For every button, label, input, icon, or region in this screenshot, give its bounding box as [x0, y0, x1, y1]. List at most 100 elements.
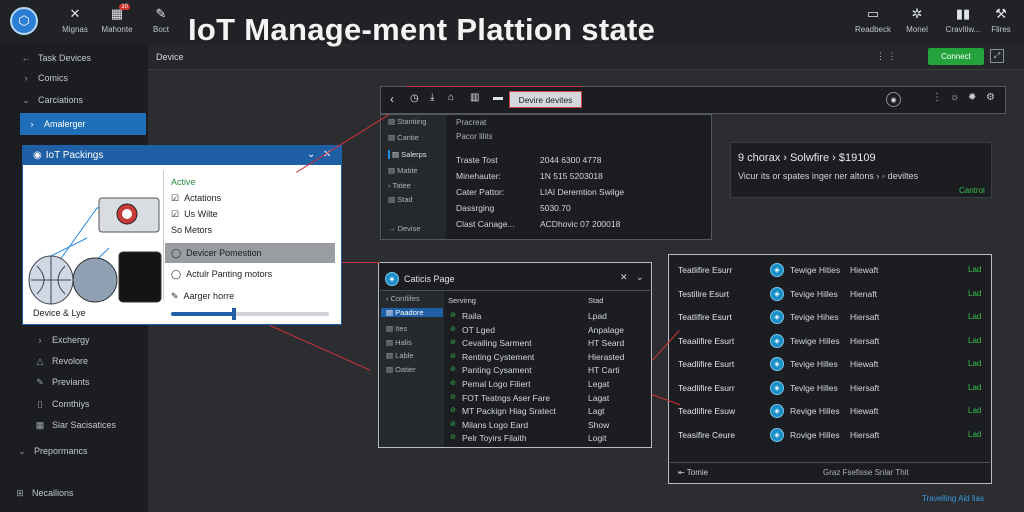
edit-icon: ✎ — [155, 6, 167, 21]
table-row[interactable]: ⊘ Pemal Logo Filiert Legat — [446, 378, 646, 391]
pencil-icon: ✎ — [36, 376, 44, 387]
chevron-right-icon: › — [24, 73, 28, 83]
list-nav-item[interactable]: ▤ Lable — [386, 351, 414, 360]
table-row[interactable]: Teadlifire Esurr ◈ Tevlge Hilles Hiersaft La… — [672, 380, 988, 398]
back-arrow-icon[interactable]: ‹ — [390, 92, 394, 106]
row-type: Tevlge Hilles — [790, 382, 838, 393]
sidebar-item-comthiys[interactable]: ▯ Comthiys — [0, 394, 148, 414]
sidebar-item-task-devices[interactable]: ← Task Devices — [0, 48, 148, 68]
table-row[interactable]: ⊘ Cevailing Sarment HT Seard — [446, 337, 646, 350]
list-nav-item[interactable]: ▤ Halis — [386, 338, 412, 347]
table-row[interactable]: Teaalifire Esurt ◈ Tewige Hilles Hiersaft La… — [672, 333, 988, 351]
home-icon[interactable]: ⌂ — [448, 92, 454, 103]
device-illustration — [28, 197, 162, 305]
table-row[interactable]: ⊘ FOT Teatngs Aser Fare Lagat — [446, 392, 646, 405]
triangle-icon: △ — [36, 355, 44, 366]
table-row[interactable]: ⊘ Panting Cysament HT Carti — [446, 364, 646, 377]
chevron-down-icon[interactable]: ⌄ — [307, 149, 315, 160]
option-actulr-panting[interactable]: ◯ Actulr Panting motors — [165, 264, 335, 284]
header-more-dots[interactable]: ⋮ ⋮ — [876, 51, 897, 62]
table-row[interactable]: Teatlifire Esurr ◈ Tewige Hities Hiewaft Lad — [672, 262, 988, 280]
toolbar-button-flires[interactable]: ⚒ Flires — [976, 6, 1024, 34]
table-row[interactable]: Teadlifire Esurt ◈ Tevige Hilles Hiewaft Lad — [672, 356, 988, 374]
folder-icon[interactable]: ▬ — [493, 92, 503, 103]
connect-button[interactable]: Connect — [928, 48, 984, 65]
list-icon: ▤ — [386, 308, 396, 317]
toolbar-button-readbeck[interactable]: ▭ Readbeck — [848, 6, 898, 34]
column-header[interactable]: Servirng — [448, 296, 476, 305]
row-name: Milans Logo Eard — [462, 419, 529, 430]
table-row[interactable]: ⊘ OT Lged Anpalage — [446, 324, 646, 337]
table-row[interactable]: ⊘ Milans Logo Eard Show — [446, 419, 646, 432]
divider — [163, 170, 164, 300]
gear-icon[interactable]: ⚙ — [986, 92, 995, 103]
row-name: Cevailing Sarment — [462, 338, 532, 349]
table-row[interactable]: Teadlifire Esuw ◈ Revige Hilles Hiewaft Lad — [672, 403, 988, 421]
option-so-metors[interactable]: So Metors — [165, 220, 335, 240]
toolbar-button-mahonte[interactable]: ▦ 10 Mahonte — [92, 4, 142, 34]
sidebar-item-necallions[interactable]: ⊞ Necallions — [0, 483, 148, 503]
control-link[interactable]: Cantrol — [959, 186, 985, 195]
option-aarger-horre[interactable]: ✎ Aarger horre — [165, 286, 335, 306]
sun-icon[interactable]: ☼ — [950, 92, 959, 103]
sidebar-item-siar-sacisatices[interactable]: ▦ Siar Sacisatices — [0, 415, 148, 435]
sidebar-item-amalerger[interactable]: › Amalerger — [20, 113, 146, 135]
table-row[interactable]: ⊘ Pelr Toyirs Filaith Logit — [446, 432, 646, 445]
device-menu-item[interactable]: ▤ Stad — [388, 195, 413, 204]
summary-line: 9 chorax › Solwfire › $19109 — [738, 152, 876, 164]
device-menu-item[interactable]: ▤ Stantiing — [388, 117, 426, 126]
option-devicer-pomestion[interactable]: ◯ Devicer Pomestion — [165, 243, 335, 263]
list-icon: ▤ — [386, 324, 396, 333]
row-status: Lad — [968, 382, 982, 392]
device-menu-item[interactable]: ▤ Cantie — [388, 133, 419, 142]
device-menu-item-active[interactable]: ▤ Salerps — [388, 150, 427, 159]
sidebar-item-exchergy[interactable]: › Exchergy — [0, 330, 148, 350]
toggle-icon: ⇤ — [678, 468, 687, 477]
chevron-down-icon[interactable]: ⌄ — [636, 272, 644, 283]
sidebar-item-revolore[interactable]: △ Revolore — [0, 351, 148, 371]
radio-icon: ◯ — [171, 268, 182, 279]
list-nav-item[interactable]: ▤ Ites — [386, 324, 407, 333]
close-icon[interactable]: ✕ — [620, 272, 628, 283]
table-row[interactable]: ⊘ Raila Lpad — [446, 310, 646, 323]
list-nav-item-active[interactable]: ▤ Paadore — [381, 308, 443, 317]
travelling-aid-link[interactable]: Travelling Aid lias — [922, 494, 984, 503]
slider-thumb[interactable] — [232, 308, 237, 320]
toolbar-button-monel[interactable]: ✲ Monel — [892, 6, 942, 34]
table-row[interactable]: Teatlifire Esurt ◈ Tevige Hihes Hiersaft Lad — [672, 309, 988, 327]
device-menu-item[interactable]: › Tatee — [388, 181, 411, 190]
table-row[interactable]: ⊘ Renting Cystement Hierasted — [446, 351, 646, 364]
target-icon[interactable]: ◉ — [886, 92, 901, 107]
table-row[interactable]: Testilire Esurt ◈ Tevige Hilles Hienaft Lad — [672, 286, 988, 304]
tablet-device-icon — [118, 251, 162, 303]
radio-icon: ◯ — [171, 247, 182, 258]
notification-badge: 10 — [119, 4, 130, 10]
clock-icon[interactable]: ◷ — [410, 93, 419, 104]
download-icon[interactable]: ⤓ — [430, 92, 434, 103]
tab-devire-devites[interactable]: Devire devites — [509, 91, 582, 108]
more-dots-icon[interactable]: ⋮ — [932, 92, 942, 103]
sidebar-item-previants[interactable]: ✎ Previants — [0, 372, 148, 392]
sidebar-item-comics[interactable]: › Comics — [0, 68, 148, 88]
device-menu-bottom[interactable]: → Devise — [388, 224, 421, 233]
device-icon: ◈ — [770, 427, 784, 442]
list-nav-item[interactable]: ‹ Contlifes — [386, 294, 420, 303]
row-model: Hienaft — [850, 288, 877, 299]
table-row[interactable]: Teasifire Ceure ◈ Rovige Hilles Hiersaft Lad — [672, 427, 988, 445]
row-name: Pemal Logo Filiert — [462, 379, 531, 389]
table-row[interactable]: ⊘ MT Packign Hiag Sratect Lagt — [446, 405, 646, 418]
brightness-icon[interactable]: ✹ — [968, 92, 976, 103]
trash-icon[interactable]: ▥ — [470, 92, 479, 103]
sidebar-item-carciations[interactable]: ⌄ Carciations — [0, 90, 148, 110]
expand-icon[interactable]: ⤢ — [990, 49, 1004, 63]
summary-panel — [730, 142, 992, 198]
device-icon: ◈ — [770, 286, 784, 301]
column-header[interactable]: Stad — [588, 296, 603, 305]
row-name: Raila — [462, 311, 482, 321]
app-logo-icon[interactable]: ⬡ — [10, 7, 38, 35]
toolbar-button-boct[interactable]: ✎ Boct — [136, 6, 186, 34]
list-nav-item[interactable]: ▤ Oatier — [386, 365, 416, 374]
row-status: HT Seard — [588, 338, 625, 349]
device-menu-item[interactable]: ▤ Matite — [388, 166, 418, 175]
sidebar-item-prepormancs[interactable]: ⌄ Prepormancs — [0, 441, 148, 461]
